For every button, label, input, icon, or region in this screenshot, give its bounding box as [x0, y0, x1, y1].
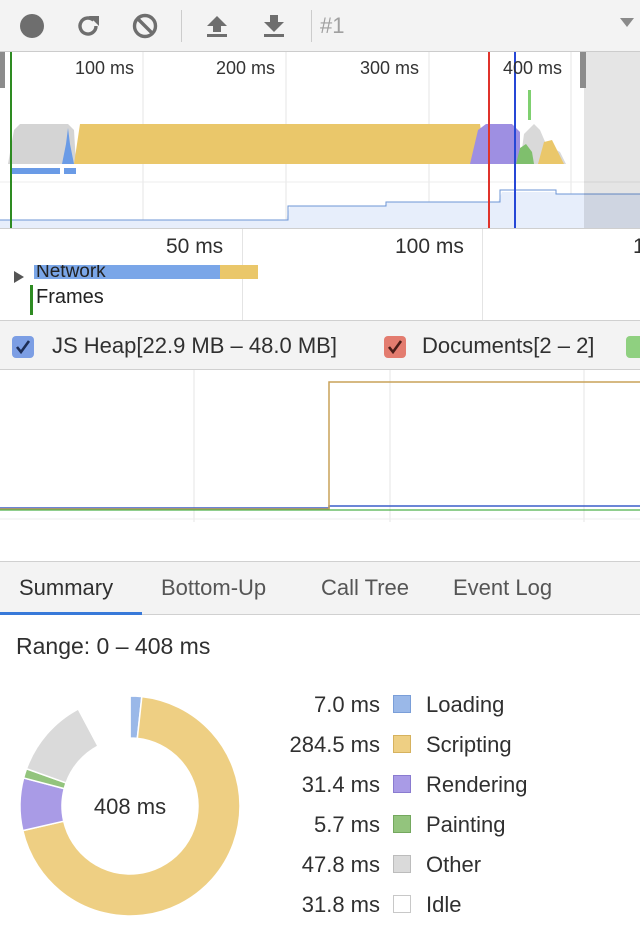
documents-label: Documents[2 – 2] — [422, 333, 595, 358]
upload-icon — [207, 16, 227, 37]
grid-line — [482, 229, 483, 321]
legend-label: Scripting — [426, 732, 512, 757]
legend-row-scripting: 284.5 ms Scripting — [260, 726, 640, 766]
overview-tick: 300 ms — [360, 58, 420, 78]
legend-row-painting: 5.7 ms Painting — [260, 806, 640, 846]
toolbar-separator — [181, 10, 182, 42]
frames-label: Frames — [36, 286, 104, 308]
legend-swatch — [393, 775, 411, 793]
legend-swatch — [393, 855, 411, 873]
memory-graph — [0, 370, 640, 522]
checkmark-icon — [387, 340, 403, 355]
flame-tick: 1 — [633, 235, 640, 259]
legend-label: Rendering — [426, 772, 528, 797]
documents-checkbox[interactable] — [384, 336, 406, 358]
legend-swatch — [393, 895, 411, 913]
legend-label: Idle — [426, 892, 462, 917]
timeline-overview[interactable]: 100 ms 200 ms 300 ms 400 ms — [0, 52, 640, 228]
tab-call-tree[interactable]: Call Tree — [302, 562, 428, 615]
flame-tick: 100 ms — [395, 235, 464, 258]
tab-summary[interactable]: Summary — [0, 562, 142, 615]
recording-select[interactable]: #1 — [320, 13, 344, 39]
legend-value: 284.5 ms — [289, 732, 381, 757]
tab-bottom-up[interactable]: Bottom-Up — [142, 562, 285, 615]
load-profile-button[interactable] — [200, 9, 234, 43]
legend-value: 47.8 ms — [301, 852, 380, 877]
chevron-down-icon[interactable] — [620, 18, 634, 28]
legend-value: 5.7 ms — [313, 812, 380, 837]
legend-swatch — [393, 815, 411, 833]
flame-tick: 50 ms — [166, 235, 224, 258]
frame-marker — [30, 285, 33, 315]
legend-row-rendering: 31.4 ms Rendering — [260, 766, 640, 806]
network-track[interactable]: Network — [14, 265, 414, 283]
reload-button[interactable] — [71, 9, 105, 43]
nodes-checkbox[interactable] — [626, 336, 640, 358]
record-button[interactable] — [15, 9, 49, 43]
legend-row-loading: 7.0 ms Loading — [260, 686, 640, 726]
clear-button[interactable] — [128, 9, 162, 43]
triangle-right-icon[interactable] — [14, 271, 26, 283]
reload-icon — [78, 16, 99, 36]
legend-value: 31.4 ms — [301, 772, 380, 797]
counters-bar: JS Heap[22.9 MB – 48.0 MB] Documents[2 –… — [0, 320, 640, 370]
summary-donut: 408 ms — [19, 695, 241, 917]
overview-tick: 200 ms — [216, 58, 276, 78]
legend-swatch — [393, 735, 411, 753]
network-bar[interactable]: Network — [34, 265, 222, 279]
flame-chart[interactable]: 50 ms 100 ms 1 Network Frames — [0, 228, 640, 321]
save-profile-button[interactable] — [257, 9, 291, 43]
js-heap-checkbox[interactable] — [12, 336, 34, 358]
toolbar: #1 — [0, 0, 640, 52]
tab-event-log[interactable]: Event Log — [434, 562, 571, 615]
js-heap-label: JS Heap[22.9 MB – 48.0 MB] — [52, 333, 337, 358]
toolbar-separator — [311, 10, 312, 42]
checkmark-icon — [15, 340, 31, 355]
overview-tick: 400 ms — [503, 58, 563, 78]
legend-label: Other — [426, 852, 482, 877]
legend-swatch — [393, 695, 411, 713]
memory-counter-lines — [0, 370, 640, 522]
clear-icon — [132, 13, 158, 39]
legend-value: 31.8 ms — [301, 892, 380, 917]
details-tabs: Summary Bottom-Up Call Tree Event Log — [0, 561, 640, 615]
legend-label: Painting — [426, 812, 506, 837]
overview-tick: 100 ms — [75, 58, 135, 78]
legend-row-other: 47.8 ms Other — [260, 846, 640, 886]
network-label: Network — [36, 265, 106, 279]
legend-value: 7.0 ms — [313, 692, 380, 717]
download-icon — [264, 15, 284, 37]
network-bar[interactable] — [220, 265, 258, 279]
record-icon — [20, 14, 44, 38]
legend-label: Loading — [426, 692, 505, 717]
range-text: Range: 0 – 408 ms — [16, 633, 211, 659]
donut-total: 408 ms — [94, 794, 166, 819]
legend-row-idle: 31.8 ms Idle — [260, 886, 640, 926]
